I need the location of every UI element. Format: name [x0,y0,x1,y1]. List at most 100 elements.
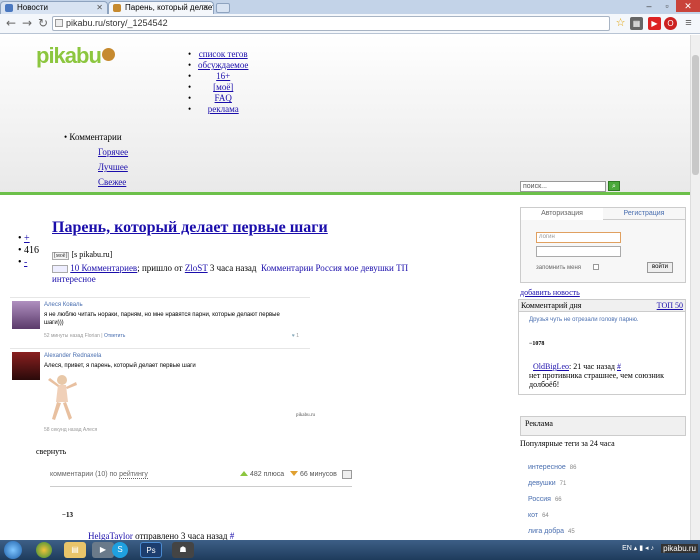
tag-item[interactable]: Россия 66 [528,492,576,508]
back-arrow-icon[interactable]: ← [4,16,18,31]
language-indicator[interactable]: EN [622,545,632,552]
vote-down-link[interactable]: - [24,257,27,268]
post-title[interactable]: Парень, который делает первые шаги [52,219,328,237]
remember-checkbox[interactable] [593,264,600,270]
remember-label: запомнить меня [536,265,582,271]
nav-link[interactable]: 16+ [216,71,230,81]
photoshop-taskbar-icon[interactable]: Ps [140,542,162,558]
add-news-link[interactable]: добавить новость [520,288,580,297]
menu-link[interactable]: Свежее [98,177,126,187]
browser-toolbar: ← → ↻ pikabu.ru/story/_1254542 ☆ ▦ ▶ O ≡ [0,14,700,34]
nav-item-discussed[interactable]: обсуждаемое [188,60,248,71]
game-taskbar-icon[interactable]: ☗ [172,542,194,558]
rating-value: 416 [24,245,40,256]
tab-favicon-icon [5,4,13,12]
menu-link[interactable]: Лучшее [98,162,128,172]
search-button[interactable]: ⌕ [608,181,620,191]
tab-close-icon[interactable]: ✕ [202,2,209,13]
new-tab-button[interactable] [216,3,230,13]
tag-name[interactable]: интересное [528,464,566,471]
media-taskbar-icon[interactable]: ▶ [92,542,114,558]
tab-close-icon[interactable]: ✕ [96,2,103,13]
tab-news[interactable]: Новости ✕ [0,1,108,14]
comments-menu-title: Комментарии [69,132,122,142]
chrome-taskbar-icon[interactable] [36,542,52,558]
site-logo[interactable]: pikabu [36,43,115,69]
reply-button[interactable]: Ответить [104,333,125,339]
comment-body: Alexander Rednaxela Алеся, привет, я пар… [44,352,324,434]
url-text: pikabu.ru/story/_1254542 [66,18,168,28]
comment-time: 58 секунд назад [44,427,82,433]
nav-item-mine[interactable]: [моё] [188,82,248,93]
tag-name[interactable]: лига добра [528,528,564,535]
avatar[interactable] [12,301,40,329]
nav-link[interactable]: [моё] [213,82,233,92]
tag-item[interactable]: лига добра 45 [528,524,576,540]
cotd-permalink[interactable]: # [617,362,621,371]
collapse-button[interactable]: свернуть [36,447,66,456]
address-bar[interactable]: pikabu.ru/story/_1254542 [52,16,610,31]
nav-link[interactable]: реклама [208,104,239,114]
skype-taskbar-icon[interactable]: S [112,542,128,558]
tag-item[interactable]: кот 64 [528,508,576,524]
bookmark-star-icon[interactable]: ☆ [614,17,627,30]
tag-item[interactable]: девушки 71 [528,476,576,492]
nav-item-faq[interactable]: FAQ [188,93,248,104]
thread-comment-header: HelgaTaylor отправлено 3 часа назад # [88,531,234,540]
nav-item-tags[interactable]: список тегов [188,49,248,60]
tab-login[interactable]: Авторизация [521,208,603,220]
nav-item-16plus[interactable]: 16+ [188,71,248,82]
nav-link[interactable]: список тегов [199,49,248,59]
mine-tag[interactable]: [моё] [52,252,70,260]
vertical-scrollbar[interactable] [690,35,700,540]
thread-user-link[interactable]: HelgaTaylor [88,531,133,540]
thread-permalink[interactable]: # [230,531,235,540]
tab-register[interactable]: Регистрация [603,208,685,220]
comments-link[interactable]: 10 Комментариев [70,263,137,273]
reload-icon[interactable]: ↻ [36,16,50,31]
menu-item-best[interactable]: Лучшее [98,162,128,173]
remember-me[interactable]: запомнить меня [536,264,600,271]
top50-link[interactable]: ТОП 50 [657,300,683,312]
login-button[interactable]: войти [647,262,673,273]
start-button[interactable] [4,541,22,559]
tag-item[interactable]: интересное 86 [528,460,576,476]
youtube-icon[interactable]: ▶ [648,17,661,30]
posted-by-text: ; пришло от [137,263,183,273]
avatar[interactable] [12,352,40,380]
extension-icon[interactable]: ▦ [630,17,643,30]
author-link[interactable]: ZloST [185,263,208,273]
comment-author-name[interactable]: Алеся Коваль [44,301,299,309]
comment-author-name[interactable]: Alexander Rednaxela [44,352,324,360]
nav-link[interactable]: FAQ [215,93,232,103]
folder-taskbar-icon[interactable]: ▤ [64,542,86,558]
opera-icon[interactable]: O [664,17,677,30]
vote-up-link[interactable]: + [24,233,30,244]
login-input[interactable]: логин [536,232,621,243]
nav-item-ads[interactable]: реклама [188,104,248,115]
scrollbar-thumb[interactable] [692,55,699,175]
tag-name[interactable]: Россия [528,496,551,503]
password-input[interactable] [536,246,621,257]
tab-current-story[interactable]: Парень, который делает ✕ [108,1,214,14]
menu-item-hot[interactable]: Горячее [98,147,128,158]
vote-down-bullet[interactable]: • - [18,257,39,269]
menu-link[interactable]: Горячее [98,147,128,157]
sort-by-rating[interactable]: рейтингу [119,471,148,479]
nav-link[interactable]: обсуждаемое [198,60,248,70]
cotd-post-link[interactable]: Друзья чуть не отрезали голову парню. [529,317,639,323]
vote-up-bullet[interactable]: • + [18,233,39,245]
like-count[interactable]: ♥ 1 [292,332,299,340]
cotd-user-link[interactable]: OldBigLeo [533,362,569,371]
minimize-icon[interactable]: – [640,0,658,12]
maximize-icon[interactable]: ▫ [658,0,676,12]
forward-arrow-icon[interactable]: → [20,16,34,31]
ads-header: Реклама [520,416,686,436]
menu-item-fresh[interactable]: Свежее [98,177,128,188]
chart-icon[interactable] [342,470,352,479]
tag-name[interactable]: девушки [528,480,556,487]
search-input[interactable]: поиск... [520,181,606,192]
close-window-icon[interactable]: ✕ [676,0,700,12]
tag-name[interactable]: кот [528,512,538,519]
wrench-menu-icon[interactable]: ≡ [682,17,695,30]
